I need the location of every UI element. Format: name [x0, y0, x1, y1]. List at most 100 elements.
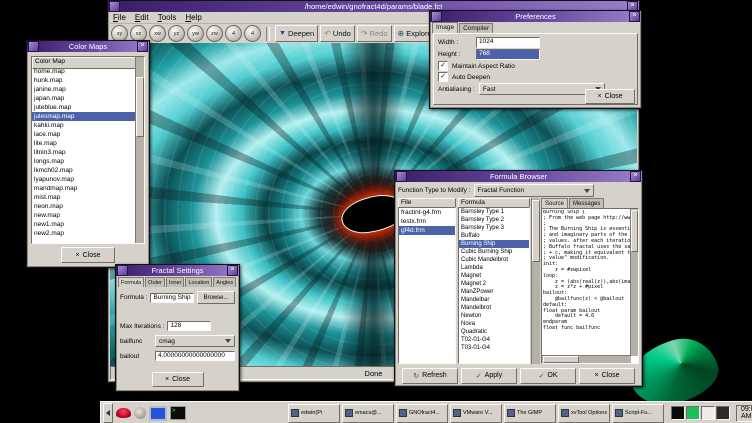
- formula-item[interactable]: Barnsley Type 3: [459, 224, 529, 232]
- tab-formula[interactable]: Formula: [118, 277, 144, 287]
- height-entry[interactable]: 768: [476, 49, 540, 60]
- close-button[interactable]: × Close: [585, 89, 635, 104]
- colormap-item[interactable]: japan.map: [32, 94, 136, 103]
- formula-item[interactable]: Mandelbrot: [459, 304, 529, 312]
- tab-location[interactable]: Location: [185, 277, 212, 287]
- formula-item[interactable]: Quadratic: [459, 328, 529, 336]
- close-icon[interactable]: ×: [227, 265, 238, 276]
- rotation-dial[interactable]: yz: [168, 25, 185, 42]
- close-icon[interactable]: ×: [629, 11, 640, 22]
- task-button[interactable]: Script-Fu...: [612, 404, 664, 423]
- paw-icon[interactable]: [134, 407, 146, 419]
- formula-item[interactable]: Cubic Mandelbrot: [459, 256, 529, 264]
- colormap-item[interactable]: new1.map: [32, 220, 136, 229]
- max-iterations-entry[interactable]: 128: [167, 321, 211, 331]
- formula-item[interactable]: ManZPower: [459, 288, 529, 296]
- deepen-button[interactable]: ▼ Deepen: [275, 25, 318, 42]
- color-swatch[interactable]: [716, 406, 730, 420]
- browse-button[interactable]: Browse...: [197, 291, 235, 304]
- ok-button[interactable]: ✓ OK: [520, 368, 576, 384]
- formula-item[interactable]: Barnsley Type 2: [459, 216, 529, 224]
- formula-item[interactable]: T03-01-G4: [459, 344, 529, 352]
- window-menu-icon[interactable]: [109, 1, 120, 12]
- close-button[interactable]: × Close: [152, 372, 204, 387]
- display-icon[interactable]: [149, 406, 167, 421]
- tab-image[interactable]: Image: [432, 22, 458, 33]
- formula-item[interactable]: Newton: [459, 312, 529, 320]
- window-menu-icon[interactable]: [396, 171, 407, 182]
- window-menu-icon[interactable]: [117, 265, 128, 276]
- tab-inner[interactable]: Inner: [166, 277, 185, 287]
- panel-hide-left-button[interactable]: [103, 403, 113, 423]
- colormap-item[interactable]: juteblue.map: [32, 103, 136, 112]
- formula-item[interactable]: Magnet 2: [459, 280, 529, 288]
- close-button[interactable]: × Close: [61, 247, 115, 263]
- formula-item[interactable]: Lambda: [459, 264, 529, 272]
- task-button[interactable]: xvTool Options: [558, 404, 610, 423]
- formula-item[interactable]: Buffalo: [459, 232, 529, 240]
- function-type-dropdown[interactable]: Fractal Function: [474, 184, 594, 197]
- scrollbar-thumb[interactable]: [532, 200, 540, 262]
- colormap-item[interactable]: janine.map: [32, 85, 136, 94]
- tab-messages[interactable]: Messages: [569, 198, 604, 208]
- window-menu-icon[interactable]: [431, 11, 442, 22]
- colormap-item[interactable]: new.map: [32, 211, 136, 220]
- width-entry[interactable]: 1024: [476, 37, 540, 48]
- undo-button[interactable]: ↶ Undo: [320, 25, 355, 42]
- menu-file[interactable]: File: [113, 13, 126, 22]
- apply-button[interactable]: ✓ Apply: [461, 368, 517, 384]
- rotation-dial[interactable]: yw: [187, 25, 204, 42]
- file-item[interactable]: testx.frm: [399, 217, 455, 226]
- colormap-item[interactable]: hunk.map: [32, 76, 136, 85]
- formula-item[interactable]: Mandelbar: [459, 296, 529, 304]
- colormap-item[interactable]: lkmch02.map: [32, 166, 136, 175]
- task-button[interactable]: emacs@...: [342, 404, 394, 423]
- task-button[interactable]: edwin(Pi: [288, 404, 340, 423]
- formula-item[interactable]: Magnet: [459, 272, 529, 280]
- file-item[interactable]: fractint-g4.frm: [399, 208, 455, 217]
- colormap-scrollbar[interactable]: [135, 57, 144, 243]
- task-button[interactable]: The GIMP: [504, 404, 556, 423]
- bailout-entry[interactable]: 4.00000000000000000: [155, 351, 235, 361]
- formula-item[interactable]: Barnsley Type 1: [459, 208, 529, 216]
- colormap-item[interactable]: mist.map: [32, 193, 136, 202]
- source-hscrollbar[interactable]: [542, 355, 631, 363]
- file-item[interactable]: gf4d.frm: [399, 226, 455, 235]
- formula-item[interactable]: Nova: [459, 320, 529, 328]
- terminal-icon[interactable]: [170, 406, 186, 420]
- close-icon[interactable]: ×: [630, 171, 641, 182]
- formula-item[interactable]: Cubic Burning Ship: [459, 248, 529, 256]
- refresh-button[interactable]: ↻ Refresh: [402, 368, 458, 384]
- scrollbar-thumb[interactable]: [136, 77, 144, 137]
- menu-help[interactable]: Help: [185, 13, 201, 22]
- bailfunc-dropdown[interactable]: cmag: [155, 335, 235, 347]
- preferences-titlebar[interactable]: Preferences ×: [430, 11, 641, 22]
- scrollbar-thumb[interactable]: [631, 210, 638, 252]
- formula-browser-titlebar[interactable]: Formula Browser ×: [395, 171, 642, 182]
- color-swatch[interactable]: [671, 406, 685, 420]
- auto-deepen-checkbox[interactable]: ✓: [438, 72, 448, 82]
- colormap-item[interactable]: longs.map: [32, 157, 136, 166]
- close-icon[interactable]: ×: [137, 41, 148, 52]
- scrollbar-thumb[interactable]: [543, 356, 579, 363]
- colormap-item[interactable]: julesmap.map: [32, 112, 136, 121]
- source-vscrollbar[interactable]: [630, 209, 638, 356]
- fourth-dim-dial[interactable]: 4: [244, 25, 261, 42]
- tab-compiler[interactable]: Compiler: [459, 23, 493, 33]
- redo-button[interactable]: ↷ Redo: [357, 25, 392, 42]
- tab-outer[interactable]: Outer: [145, 277, 165, 287]
- color-maps-titlebar[interactable]: Color Maps ×: [27, 41, 149, 52]
- menu-tools[interactable]: Tools: [158, 13, 177, 22]
- formula-item[interactable]: T02-01-G4: [459, 336, 529, 344]
- task-button[interactable]: GNOfract4...: [396, 404, 448, 423]
- color-swatch[interactable]: [686, 406, 700, 420]
- colormap-item[interactable]: lyapunov.map: [32, 175, 136, 184]
- colormap-item[interactable]: mandmap.map: [32, 184, 136, 193]
- lips-icon[interactable]: [116, 408, 131, 418]
- colormap-item[interactable]: litnin3.map: [32, 148, 136, 157]
- window-menu-icon[interactable]: [28, 41, 39, 52]
- color-swatch[interactable]: [701, 406, 715, 420]
- fourth-dim-dial[interactable]: 4: [225, 25, 242, 42]
- colormap-item[interactable]: kahki.map: [32, 121, 136, 130]
- tab-angles[interactable]: Angles: [213, 277, 236, 287]
